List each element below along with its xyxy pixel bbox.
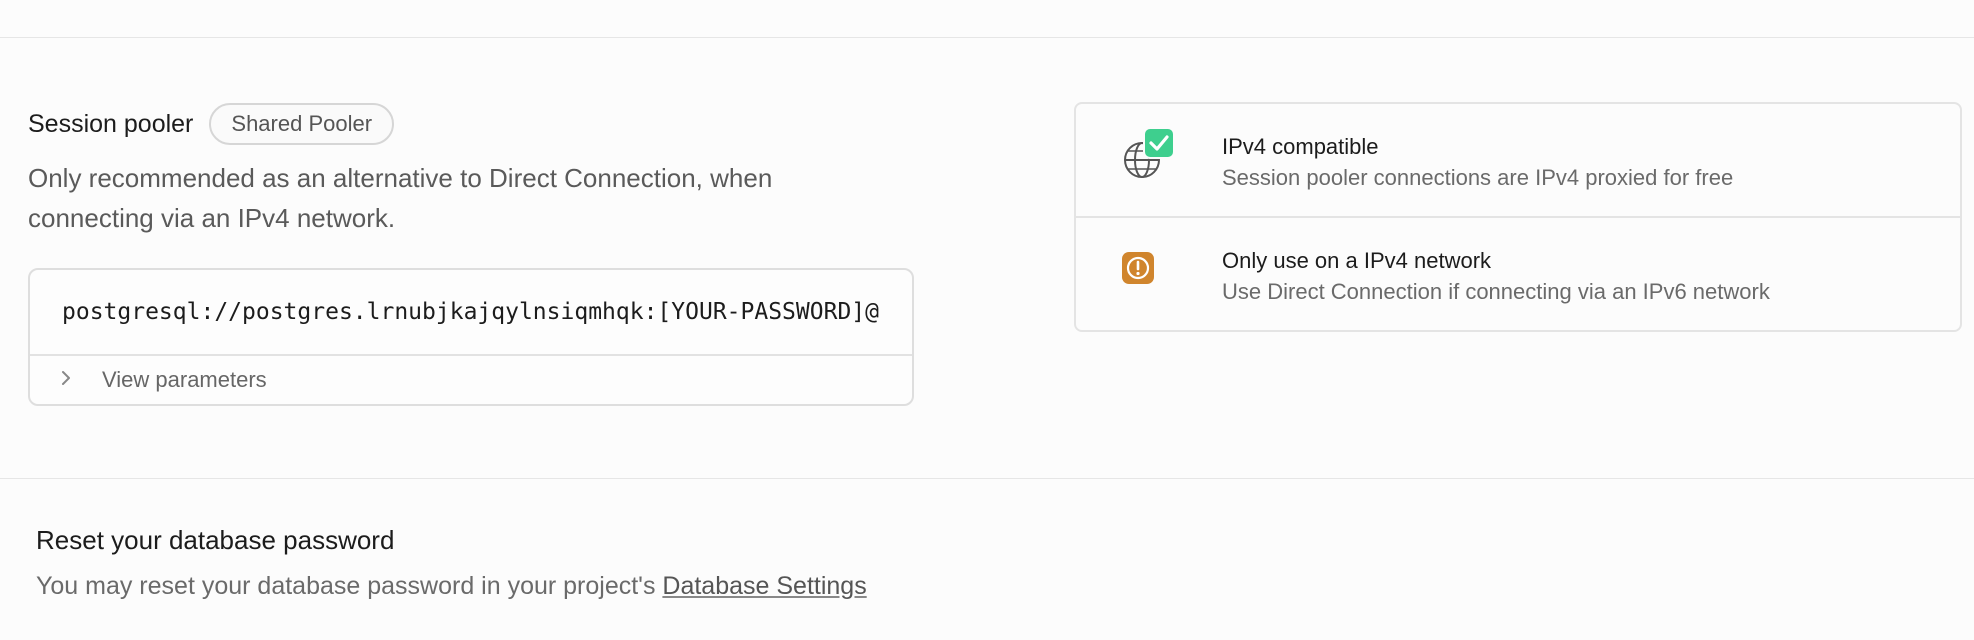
info-row-title: IPv4 compatible	[1222, 134, 1379, 159]
view-parameters-toggle[interactable]: View parameters	[30, 356, 912, 404]
ipv4-info-card: IPv4 compatible Session pooler connectio…	[1074, 102, 1962, 332]
session-pooler-description: Only recommended as an alternative to Di…	[28, 163, 773, 233]
session-pooler-section: Session pooler Shared Pooler Only recomm…	[28, 102, 914, 406]
reset-password-description: You may reset your database password in …	[36, 566, 867, 606]
session-pooler-title: Session pooler	[28, 109, 194, 138]
info-row-text: IPv4 compatible Session pooler connectio…	[1222, 132, 1733, 194]
info-row-ipv4-network: Only use on a IPv4 network Use Direct Co…	[1076, 216, 1960, 330]
section-divider	[0, 478, 1974, 479]
connection-page: Session pooler Shared Pooler Only recomm…	[0, 0, 1974, 640]
top-divider	[0, 37, 1974, 38]
reset-password-section: Reset your database password You may res…	[36, 520, 867, 606]
database-settings-link[interactable]: Database Settings	[662, 572, 866, 600]
info-row-text: Only use on a IPv4 network Use Direct Co…	[1222, 246, 1770, 308]
connection-string-box: postgresql://postgres.lrnubjkajqylnsiqmh…	[28, 268, 914, 406]
info-row-subtitle: Use Direct Connection if connecting via …	[1222, 279, 1770, 304]
info-row-title: Only use on a IPv4 network	[1222, 248, 1492, 273]
connection-string[interactable]: postgresql://postgres.lrnubjkajqylnsiqmh…	[30, 270, 912, 356]
chevron-right-icon	[60, 369, 82, 392]
info-row-subtitle: Session pooler connections are IPv4 prox…	[1222, 165, 1734, 190]
shared-pooler-badge: Shared Pooler	[209, 103, 395, 145]
warning-icon	[1120, 240, 1180, 300]
info-row-ipv4-compatible: IPv4 compatible Session pooler connectio…	[1076, 104, 1960, 216]
session-pooler-title-row: Session pooler Shared Pooler	[28, 102, 914, 146]
globe-check-icon	[1120, 126, 1180, 186]
view-parameters-label: View parameters	[102, 367, 267, 392]
reset-password-description-text: You may reset your database password in …	[36, 572, 663, 600]
reset-password-title: Reset your database password	[36, 525, 395, 555]
